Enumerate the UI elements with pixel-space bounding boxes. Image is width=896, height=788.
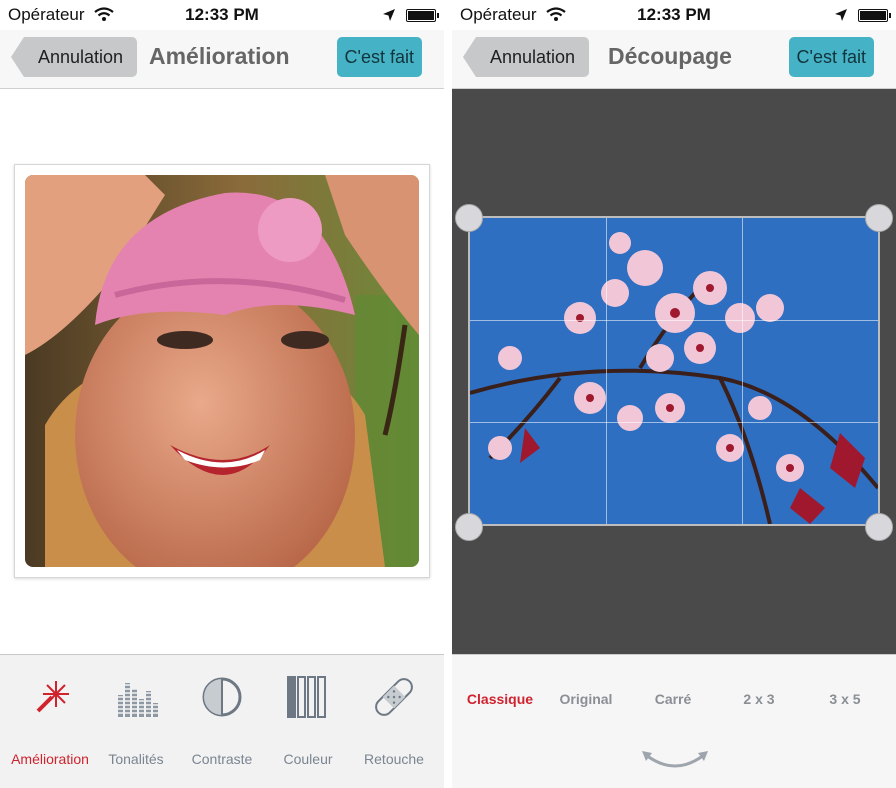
rotate-icon[interactable] [640,747,710,775]
bandage-icon [375,678,413,716]
grid-line [606,218,607,524]
blossom-photo [470,218,878,524]
done-button[interactable]: C'est fait [336,37,422,77]
tool-retouch[interactable]: Retouche [349,673,439,767]
crop-screen: Opérateur 12:33 PM Annulation Découpage … [452,0,896,788]
status-bar: Opérateur 12:33 PM [0,0,444,30]
page-title: Découpage [608,43,732,69]
enhance-screen: Opérateur 12:33 PM Annulation Améliorati… [0,0,444,788]
screen-divider [444,0,452,788]
tool-label: Retouche [364,751,424,767]
crop-area[interactable] [468,216,880,526]
tool-color[interactable]: Couleur [263,673,353,767]
equalizer-icon [116,683,159,717]
tool-label: Amélioration [11,751,89,767]
color-bars-icon [287,676,326,718]
battery-icon [858,9,891,22]
tool-tones[interactable]: Tonalités [91,673,181,767]
crop-ratio-bar: Classique Original Carré 2 x 3 3 x 5 [452,654,896,788]
navigation-bar: Annulation Découpage C'est fait [452,30,896,89]
status-bar: Opérateur 12:33 PM [452,0,896,30]
ratio-3x5[interactable]: 3 x 5 [802,691,888,707]
page-title: Amélioration [149,43,290,69]
done-button[interactable]: C'est fait [788,37,874,77]
tool-label: Tonalités [108,751,164,767]
portrait-photo [25,175,419,567]
cancel-button[interactable]: Annulation [10,37,138,77]
ratio-2x3[interactable]: 2 x 3 [716,691,802,707]
contrast-icon [202,677,242,717]
ratio-original[interactable]: Original [543,691,629,707]
tool-label: Contraste [191,751,253,767]
ratio-classic[interactable]: Classique [457,691,543,707]
grid-line [470,422,878,423]
location-arrow-icon [835,9,847,21]
tool-label: Couleur [283,751,333,767]
clock: 12:33 PM [637,5,711,24]
crop-handle-bottom-left[interactable] [455,513,483,541]
magic-wand-icon [36,681,69,713]
tool-contrast[interactable]: Contraste [177,673,267,767]
enhance-toolbar: Amélioration Tonalités Contraste Couleur… [0,654,444,788]
crop-handle-bottom-right[interactable] [865,513,893,541]
battery-icon [406,9,439,22]
cancel-button[interactable]: Annulation [462,37,590,77]
grid-line [470,320,878,321]
crop-handle-top-left[interactable] [455,204,483,232]
crop-handle-top-right[interactable] [865,204,893,232]
clock: 12:33 PM [185,5,259,24]
navigation-bar: Annulation Amélioration C'est fait [0,30,444,89]
tool-enhance[interactable]: Amélioration [5,673,95,767]
grid-line [742,218,743,524]
ratio-square[interactable]: Carré [630,691,716,707]
location-arrow-icon [383,9,395,21]
photo-frame [14,164,430,578]
